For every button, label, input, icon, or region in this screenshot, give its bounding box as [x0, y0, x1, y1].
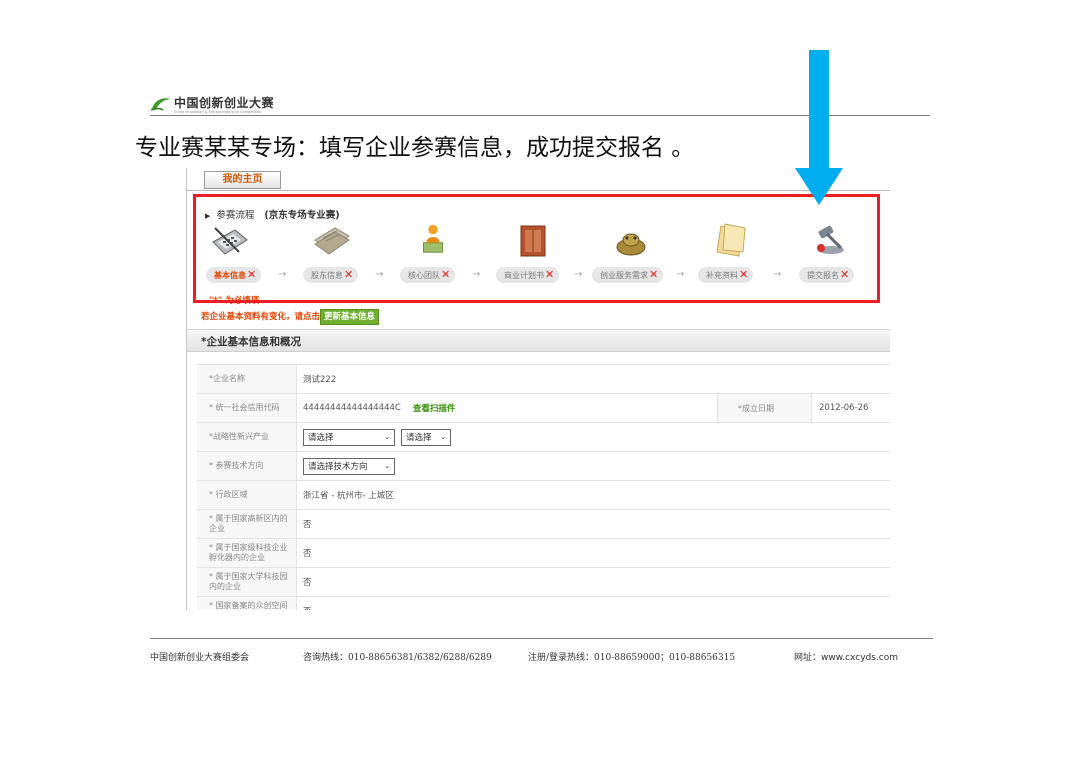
form-row-maker-space: * 国家备案的众创空间内的企业 否 — [197, 597, 890, 610]
logo-name: 中国创新创业大赛 — [174, 96, 275, 110]
science-park-value: 否 — [303, 578, 312, 588]
footer-divider — [150, 638, 933, 639]
field-label: * 参赛技术方向 — [197, 452, 297, 480]
founded-date-value: 2012-06-26 — [819, 403, 869, 413]
footer-org: 中国创新创业大赛组委会 — [150, 653, 250, 663]
section-title: *企业基本信息和概况 — [201, 336, 301, 348]
update-basic-info-button[interactable]: 更新基本信息 — [320, 309, 380, 325]
section-header: *企业基本信息和概况 — [187, 329, 890, 352]
field-label: *企业名称 — [197, 365, 297, 393]
industry-select-primary[interactable]: 请选择 ⌄ — [303, 428, 395, 446]
maker-space-value: 否 — [303, 597, 312, 610]
slide-title: 专业赛某某专场：填写企业参赛信息，成功提交报名 。 — [135, 135, 695, 161]
footer-website: 网址：www.cxcyds.com — [794, 653, 899, 663]
logo-swoosh-icon — [150, 98, 170, 111]
region-value: 浙江省 - 杭州市- 上城区 — [303, 491, 394, 501]
form-row-region: * 行政区域 浙江省 - 杭州市- 上城区 — [197, 481, 890, 510]
field-label: * 统一社会信用代码 — [197, 394, 297, 422]
company-info-form: *企业名称 测试222 * 统一社会信用代码 44444444444444444… — [197, 364, 890, 610]
form-row-science-park: * 属于国家大学科技园内的企业 否 — [197, 568, 890, 597]
footer-register-hotline: 注册/登录热线：010-88659000；010-88656315 — [528, 653, 736, 663]
industry-select-secondary[interactable]: 请选择 ⌄ — [401, 428, 451, 446]
competition-logo: 中国创新创业大赛 China Innovation & Entrepreneur… — [150, 96, 274, 114]
form-row-credit-code: * 统一社会信用代码 44444444444444444C 查看扫描件 *成立日期… — [197, 394, 890, 423]
industry-selects: 请选择 ⌄ 请选择 ⌄ — [303, 423, 457, 451]
form-row-high-tech-zone: * 属于国家高新区内的企业 否 — [197, 510, 890, 539]
logo-english-name: China Innovation & Entrepreneurship Comp… — [174, 110, 262, 114]
field-label: *战略性新兴产业 — [197, 423, 297, 451]
field-label: * 属于国家大学科技园内的企业 — [197, 568, 297, 596]
form-row-incubator: * 属于国家级科技企业孵化器内的企业 否 — [197, 539, 890, 568]
arrow-down-icon — [795, 50, 843, 205]
tab-my-home[interactable]: 我的主页 — [204, 171, 281, 189]
credit-code-value: 44444444444444444C 查看扫描件 — [303, 402, 456, 414]
highlight-box — [193, 194, 880, 303]
view-scan-link[interactable]: 查看扫描件 — [413, 402, 456, 414]
tab-divider — [187, 190, 890, 191]
field-label: * 国家备案的众创空间内的企业 — [197, 597, 297, 610]
tech-direction-select[interactable]: 请选择技术方向 ⌄ — [303, 457, 395, 475]
form-row-tech-direction: * 参赛技术方向 请选择技术方向 ⌄ — [197, 452, 890, 481]
field-label: * 属于国家高新区内的企业 — [197, 510, 297, 538]
update-note: 若企业基本资料有变化，请点击 更新基本信息 — [201, 309, 380, 325]
chevron-down-icon: ⌄ — [384, 433, 390, 441]
field-label: * 行政区域 — [197, 481, 297, 509]
form-row-industry: *战略性新兴产业 请选择 ⌄ 请选择 ⌄ — [197, 423, 890, 452]
tech-direction-select-wrap: 请选择技术方向 ⌄ — [303, 452, 401, 480]
field-label: * 属于国家级科技企业孵化器内的企业 — [197, 539, 297, 567]
form-row-company-name: *企业名称 测试222 — [197, 365, 890, 394]
incubator-value: 否 — [303, 549, 312, 559]
chevron-down-icon: ⌄ — [440, 433, 446, 441]
website-link[interactable]: www.cxcyds.com — [821, 653, 898, 663]
field-label: *成立日期 — [717, 394, 812, 422]
company-name-value: 测试222 — [303, 375, 337, 385]
footer-hotline: 咨询热线：010-88656381/6382/6288/6289 — [303, 653, 492, 663]
high-tech-zone-value: 否 — [303, 520, 312, 530]
chevron-down-icon: ⌄ — [384, 462, 390, 470]
